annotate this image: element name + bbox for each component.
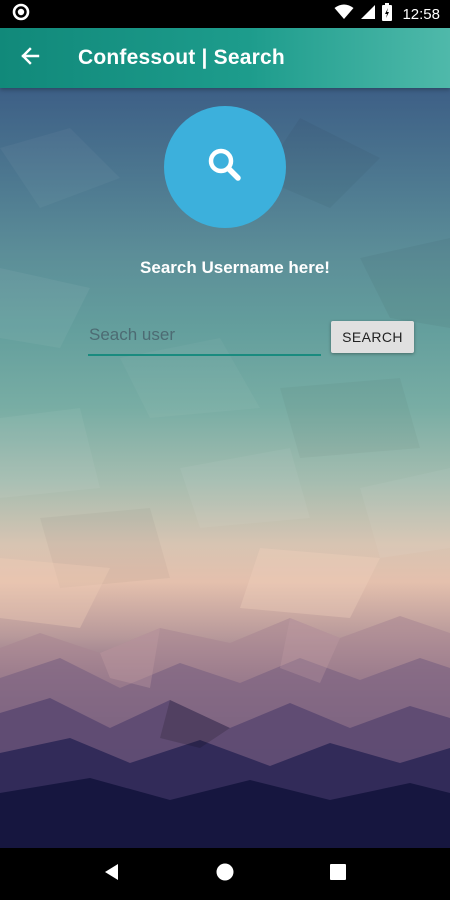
status-time: 12:58	[402, 5, 440, 23]
circle-notification-icon	[12, 3, 30, 26]
search-button[interactable]: SEARCH	[331, 321, 414, 353]
nav-recents-button[interactable]	[318, 854, 358, 894]
back-triangle-icon	[103, 863, 121, 886]
status-bar: 12:58	[0, 0, 450, 28]
nav-home-button[interactable]	[205, 854, 245, 894]
recents-square-icon	[330, 863, 347, 885]
page-title: Confessout | Search	[78, 46, 285, 69]
search-icon	[205, 145, 245, 190]
app-bar: Confessout | Search	[0, 28, 450, 88]
back-button[interactable]	[0, 28, 60, 88]
nav-back-button[interactable]	[92, 854, 132, 894]
signal-icon	[360, 4, 376, 25]
search-screen: Search Username here! SEARCH	[0, 88, 450, 848]
system-nav-bar	[0, 848, 450, 900]
arrow-back-icon	[20, 46, 40, 71]
wifi-icon	[334, 4, 354, 25]
battery-charging-icon	[382, 2, 393, 26]
search-badge	[164, 106, 286, 228]
home-circle-icon	[216, 863, 234, 886]
search-user-input[interactable]	[88, 320, 321, 356]
search-headline: Search Username here!	[140, 258, 330, 277]
